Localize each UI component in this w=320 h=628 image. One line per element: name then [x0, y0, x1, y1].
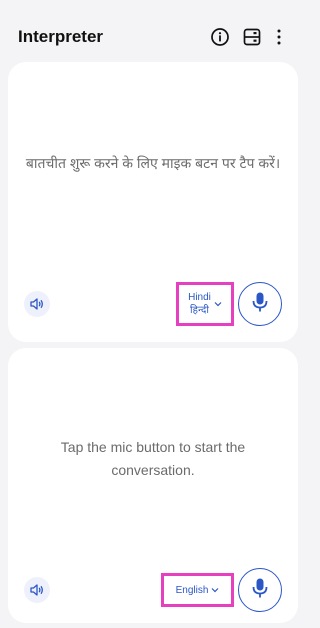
chevron-down-icon [211, 587, 219, 593]
mic-icon [250, 577, 270, 604]
page-title: Interpreter [18, 27, 104, 46]
mic-icon [250, 291, 270, 318]
speaker-icon[interactable] [24, 291, 50, 317]
language-native-label: हिन्दी [190, 305, 209, 316]
hindi-panel: बातचीत शुरू करने के लिए माइक बटन पर टैप … [8, 62, 298, 342]
app-header: Interpreter [0, 0, 306, 62]
english-panel: Tap the mic button to start the conversa… [8, 348, 298, 623]
english-prompt-text: Tap the mic button to start the conversa… [60, 439, 246, 478]
layout-icon[interactable] [241, 26, 263, 48]
hindi-language-selector[interactable]: Hindi हिन्दी [176, 282, 234, 326]
language-label: Hindi [188, 292, 211, 303]
chevron-down-icon [214, 301, 222, 307]
info-icon[interactable] [209, 26, 231, 48]
more-icon[interactable] [268, 26, 290, 48]
hindi-mic-button[interactable] [238, 282, 282, 326]
speaker-icon[interactable] [24, 577, 50, 603]
english-language-selector[interactable]: English [161, 573, 234, 607]
language-label: English [175, 584, 209, 596]
english-mic-button[interactable] [238, 568, 282, 612]
hindi-prompt-text: बातचीत शुरू करने के लिए माइक बटन पर टैप … [25, 155, 281, 171]
